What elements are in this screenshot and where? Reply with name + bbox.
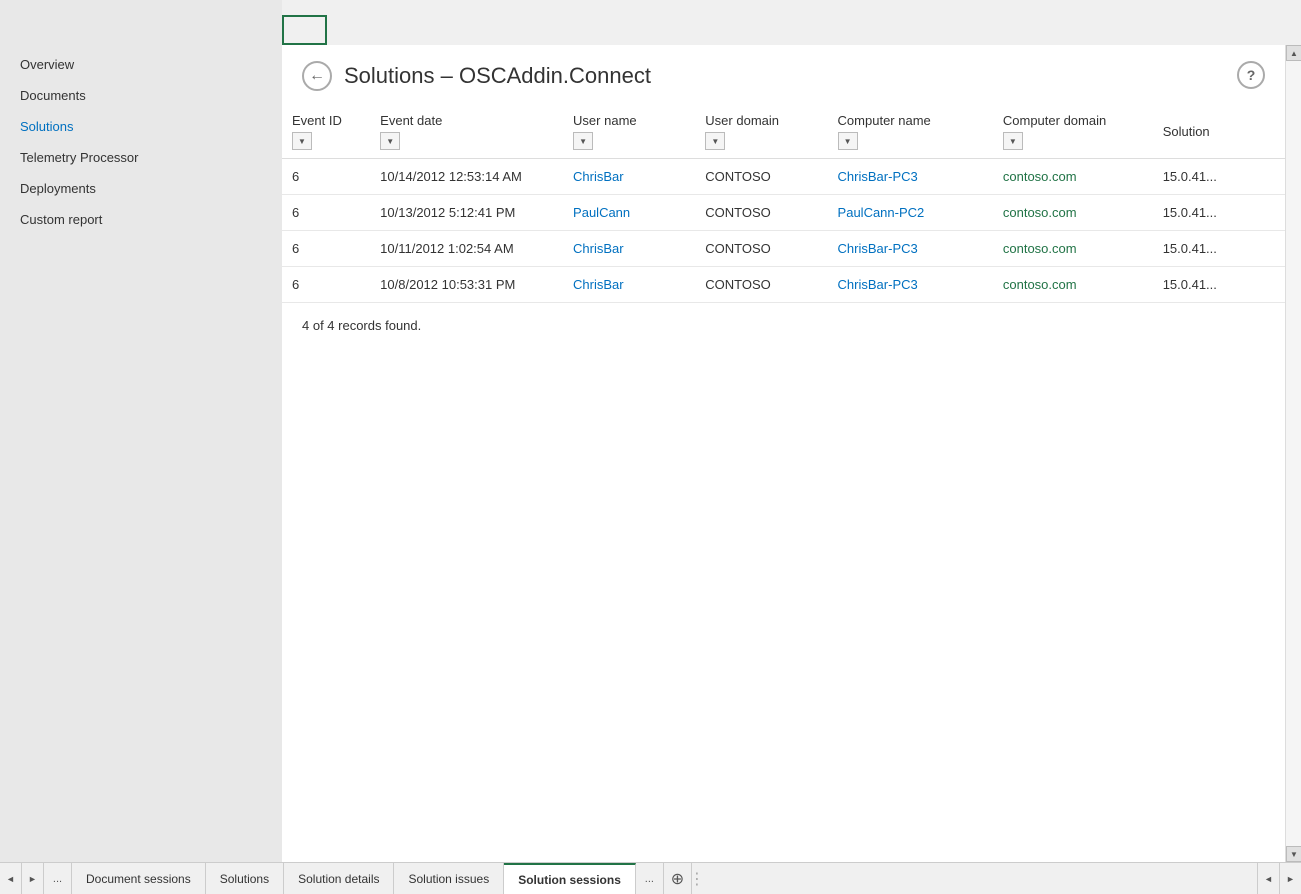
table-cell: 6 bbox=[282, 195, 370, 231]
tab-document-sessions[interactable]: Document sessions bbox=[72, 863, 206, 894]
table-cell[interactable]: contoso.com bbox=[993, 195, 1153, 231]
mini-rect bbox=[282, 15, 327, 45]
table-cell: CONTOSO bbox=[695, 195, 827, 231]
col-header-user-name: User name ▼ bbox=[563, 105, 695, 159]
tab-separator: ⋮ bbox=[692, 863, 702, 894]
tab-nav-prev[interactable]: ◄ bbox=[0, 863, 22, 894]
scroll-down-arrow[interactable]: ▼ bbox=[1286, 846, 1301, 862]
sidebar-item-documents[interactable]: Documents bbox=[0, 80, 282, 111]
table-cell[interactable]: ChrisBar bbox=[563, 267, 695, 303]
table-cell: 10/14/2012 12:53:14 AM bbox=[370, 159, 563, 195]
table-row[interactable]: 610/14/2012 12:53:14 AMChrisBarCONTOSOCh… bbox=[282, 159, 1285, 195]
table-cell[interactable]: contoso.com bbox=[993, 267, 1153, 303]
col-header-computer-domain: Computer domain ▼ bbox=[993, 105, 1153, 159]
tab-nav-next[interactable]: ► bbox=[22, 863, 44, 894]
bottom-tabbar: ◄ ► ... Document sessions Solutions Solu… bbox=[0, 862, 1301, 894]
table-cell[interactable]: ChrisBar bbox=[563, 159, 695, 195]
filter-computer-name[interactable]: ▼ bbox=[838, 132, 858, 150]
table-cell: 6 bbox=[282, 267, 370, 303]
col-header-event-id: Event ID ▼ bbox=[282, 105, 370, 159]
table-cell: 15.0.41... bbox=[1153, 267, 1285, 303]
table-container: Event ID ▼ Event date bbox=[282, 105, 1285, 862]
sidebar: Overview Documents Solutions Telemetry P… bbox=[0, 45, 282, 862]
filter-user-domain[interactable]: ▼ bbox=[705, 132, 725, 150]
table-cell: 15.0.41... bbox=[1153, 159, 1285, 195]
h-scroll-right[interactable]: ► bbox=[1279, 863, 1301, 894]
table-cell: 15.0.41... bbox=[1153, 231, 1285, 267]
tab-overflow[interactable]: ... bbox=[44, 863, 72, 894]
sidebar-item-deployments[interactable]: Deployments bbox=[0, 173, 282, 204]
sidebar-item-overview[interactable]: Overview bbox=[0, 49, 282, 80]
sidebar-item-solutions[interactable]: Solutions bbox=[0, 111, 282, 142]
col-header-user-domain: User domain ▼ bbox=[695, 105, 827, 159]
table-cell: 10/8/2012 10:53:31 PM bbox=[370, 267, 563, 303]
table-cell: CONTOSO bbox=[695, 159, 827, 195]
sidebar-item-custom-report[interactable]: Custom report bbox=[0, 204, 282, 235]
back-button[interactable]: ← bbox=[302, 61, 332, 91]
table-cell: CONTOSO bbox=[695, 267, 827, 303]
content-area: ← Solutions – OSCAddin.Connect ? bbox=[282, 45, 1285, 862]
table-cell: 15.0.41... bbox=[1153, 195, 1285, 231]
sidebar-item-telemetry-processor[interactable]: Telemetry Processor bbox=[0, 142, 282, 173]
table-cell: 6 bbox=[282, 159, 370, 195]
table-cell: CONTOSO bbox=[695, 231, 827, 267]
scroll-track[interactable] bbox=[1286, 61, 1301, 846]
table-cell[interactable]: PaulCann bbox=[563, 195, 695, 231]
tab-solution-issues[interactable]: Solution issues bbox=[394, 863, 504, 894]
table-cell[interactable]: ChrisBar-PC3 bbox=[828, 267, 993, 303]
filter-computer-domain[interactable]: ▼ bbox=[1003, 132, 1023, 150]
table-cell[interactable]: ChrisBar-PC3 bbox=[828, 231, 993, 267]
tab-add[interactable]: ⊕ bbox=[664, 863, 692, 894]
help-button[interactable]: ? bbox=[1237, 61, 1265, 89]
tab-solution-details[interactable]: Solution details bbox=[284, 863, 394, 894]
records-found: 4 of 4 records found. bbox=[282, 303, 1285, 348]
table-cell[interactable]: contoso.com bbox=[993, 159, 1153, 195]
table-cell: 10/13/2012 5:12:41 PM bbox=[370, 195, 563, 231]
table-cell[interactable]: PaulCann-PC2 bbox=[828, 195, 993, 231]
col-header-solution: Solution bbox=[1153, 105, 1285, 159]
content-header: ← Solutions – OSCAddin.Connect ? bbox=[282, 45, 1285, 105]
tab-solutions[interactable]: Solutions bbox=[206, 863, 284, 894]
table-row[interactable]: 610/8/2012 10:53:31 PMChrisBarCONTOSOChr… bbox=[282, 267, 1285, 303]
table-row[interactable]: 610/11/2012 1:02:54 AMChrisBarCONTOSOChr… bbox=[282, 231, 1285, 267]
filter-user-name[interactable]: ▼ bbox=[573, 132, 593, 150]
tab-overflow-right[interactable]: ... bbox=[636, 863, 664, 894]
filter-event-id[interactable]: ▼ bbox=[292, 132, 312, 150]
table-cell[interactable]: ChrisBar bbox=[563, 231, 695, 267]
tab-solution-sessions[interactable]: Solution sessions bbox=[504, 863, 636, 894]
right-scrollbar: ▲ ▼ bbox=[1285, 45, 1301, 862]
filter-event-date[interactable]: ▼ bbox=[380, 132, 400, 150]
col-header-computer-name: Computer name ▼ bbox=[828, 105, 993, 159]
col-header-event-date: Event date ▼ bbox=[370, 105, 563, 159]
table-cell: 10/11/2012 1:02:54 AM bbox=[370, 231, 563, 267]
table-row[interactable]: 610/13/2012 5:12:41 PMPaulCannCONTOSOPau… bbox=[282, 195, 1285, 231]
page-title: Solutions – OSCAddin.Connect bbox=[344, 63, 651, 89]
table-cell[interactable]: ChrisBar-PC3 bbox=[828, 159, 993, 195]
table-cell: 6 bbox=[282, 231, 370, 267]
scroll-up-arrow[interactable]: ▲ bbox=[1286, 45, 1301, 61]
table-cell[interactable]: contoso.com bbox=[993, 231, 1153, 267]
h-scroll-left[interactable]: ◄ bbox=[1257, 863, 1279, 894]
